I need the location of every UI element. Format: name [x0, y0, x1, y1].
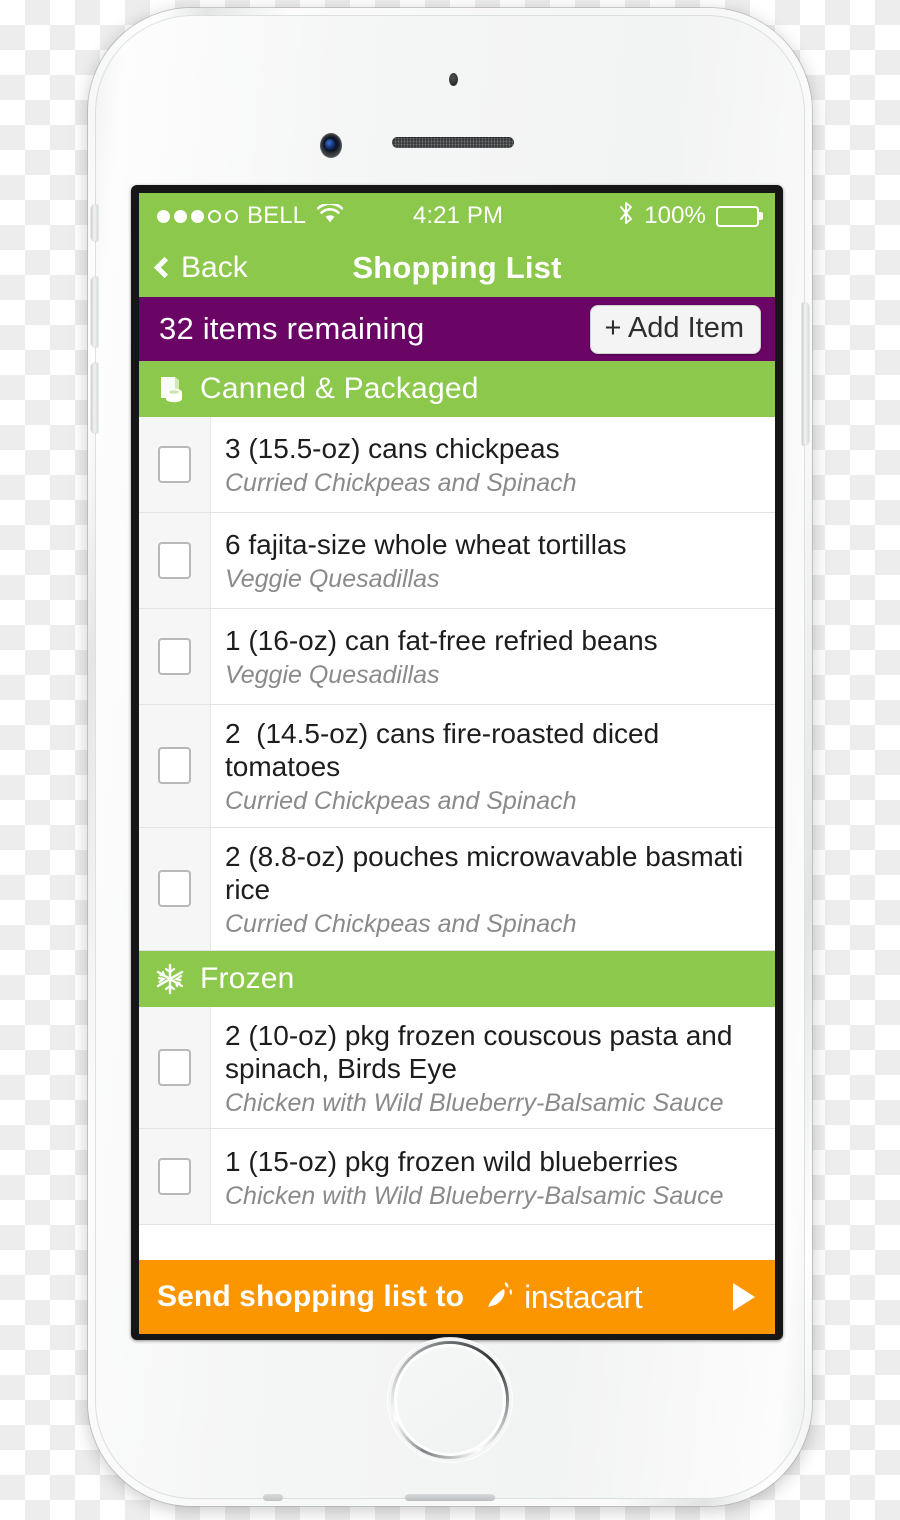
item-checkbox[interactable]	[158, 542, 191, 579]
signal-strength-icon	[157, 209, 238, 223]
back-button[interactable]: Back	[153, 251, 248, 285]
headphone-jack	[263, 1494, 283, 1501]
item-recipe-label: Curried Chickpeas and Spinach	[225, 787, 577, 816]
instacart-logo: instacart	[482, 1278, 733, 1317]
section-header-label: Frozen	[200, 961, 295, 995]
screen-bezel: BELL 4:21 PM 100% Back Shopping List 32 …	[131, 185, 783, 1340]
item-body: 2 (14.5-oz) cans fire-roasted diced toma…	[211, 705, 775, 827]
bottom-speaker-grille	[405, 1494, 495, 1501]
navigation-bar: Back Shopping List	[139, 239, 775, 297]
status-bar-clock: 4:21 PM	[412, 202, 504, 229]
item-recipe-label: Chicken with Wild Blueberry-Balsamic Sau…	[225, 1088, 724, 1117]
item-recipe-label: Curried Chickpeas and Spinach	[225, 469, 577, 498]
volume-up-button[interactable]	[91, 277, 98, 347]
proximity-sensor-icon	[449, 73, 458, 86]
list-item[interactable]: 1 (15-oz) pkg frozen wild blueberries Chi…	[139, 1129, 775, 1226]
item-title: 1 (15-oz) pkg frozen wild blueberries	[225, 1145, 678, 1177]
earpiece-speaker	[392, 137, 514, 148]
item-recipe-label: Curried Chickpeas and Spinach	[225, 909, 577, 938]
list-item[interactable]: 2 (10-oz) pkg frozen couscous pasta and …	[139, 1006, 775, 1130]
checkbox-cell[interactable]	[139, 513, 211, 608]
summary-bar: 32 items remaining + Add Item	[139, 297, 775, 361]
list-item[interactable]: 2 (14.5-oz) cans fire-roasted diced toma…	[139, 705, 775, 828]
section-header-label: Canned & Packaged	[200, 372, 479, 405]
list-item[interactable]: 6 fajita-size whole wheat tortillas Veggi…	[139, 513, 775, 609]
item-recipe-label: Veggie Quesadillas	[225, 565, 440, 594]
status-bar-left: BELL	[157, 201, 413, 230]
checkbox-cell[interactable]	[139, 609, 211, 704]
item-title: 2 (10-oz) pkg frozen couscous pasta and …	[225, 1019, 741, 1084]
carrot-icon	[482, 1278, 516, 1317]
wifi-icon	[316, 201, 344, 230]
item-body: 3 (15.5-oz) cans chickpeas Curried Chickp…	[211, 417, 775, 512]
bluetooth-icon	[618, 200, 634, 232]
status-bar: BELL 4:21 PM 100%	[139, 193, 775, 239]
mute-switch-button[interactable]	[91, 205, 98, 241]
front-camera-icon	[320, 133, 342, 158]
shopping-list[interactable]: Canned & Packaged 3 (15.5-oz) cans chickp…	[139, 361, 775, 1260]
item-checkbox[interactable]	[158, 446, 191, 483]
item-body: 1 (15-oz) pkg frozen wild blueberries Chi…	[211, 1129, 775, 1224]
volume-down-button[interactable]	[91, 363, 98, 433]
checkbox-cell[interactable]	[139, 417, 211, 512]
back-button-label: Back	[181, 251, 248, 284]
send-list-label: Send shopping list to	[157, 1280, 465, 1313]
add-item-button[interactable]: + Add Item	[589, 304, 761, 354]
items-remaining-label: 32 items remaining	[159, 311, 425, 346]
list-item[interactable]: 3 (15.5-oz) cans chickpeas Curried Chickp…	[139, 417, 775, 513]
snowflake-icon	[153, 962, 187, 996]
phone-device: BELL 4:21 PM 100% Back Shopping List 32 …	[88, 8, 812, 1506]
status-bar-right: 100%	[503, 200, 763, 232]
battery-icon	[716, 205, 763, 227]
section-header-canned-packaged: Canned & Packaged	[139, 361, 775, 417]
send-to-instacart-button[interactable]: Send shopping list to instacart	[139, 1260, 775, 1334]
item-title: 6 fajita-size whole wheat tortillas	[225, 529, 627, 561]
item-body: 2 (10-oz) pkg frozen couscous pasta and …	[211, 1007, 775, 1129]
checkbox-cell[interactable]	[139, 1129, 211, 1225]
chevron-left-icon	[153, 256, 176, 278]
item-body: 2 (8.8-oz) pouches microwavable basmati …	[211, 828, 775, 950]
app-screen: BELL 4:21 PM 100% Back Shopping List 32 …	[139, 193, 775, 1334]
item-body: 1 (16-oz) can fat-free refried beans Vegg…	[211, 609, 775, 704]
home-button[interactable]	[391, 1341, 509, 1459]
item-checkbox[interactable]	[158, 747, 191, 785]
canned-packaged-icon	[153, 372, 187, 406]
checkbox-cell[interactable]	[139, 1006, 211, 1129]
item-checkbox[interactable]	[158, 638, 191, 675]
item-checkbox[interactable]	[158, 1049, 191, 1087]
list-item[interactable]: 2 (8.8-oz) pouches microwavable basmati …	[139, 827, 775, 951]
item-checkbox[interactable]	[158, 870, 191, 908]
item-title: 2 (8.8-oz) pouches microwavable basmati …	[225, 840, 752, 905]
list-item[interactable]: 1 (16-oz) can fat-free refried beans Vegg…	[139, 609, 775, 705]
item-body: 6 fajita-size whole wheat tortillas Veggi…	[211, 513, 775, 608]
play-arrow-icon	[733, 1283, 755, 1311]
item-recipe-label: Veggie Quesadillas	[225, 661, 440, 690]
battery-percent-label: 100%	[644, 202, 706, 229]
checkbox-cell[interactable]	[139, 827, 211, 950]
phone-body: BELL 4:21 PM 100% Back Shopping List 32 …	[91, 15, 809, 1501]
checkbox-cell[interactable]	[139, 705, 211, 827]
item-title: 3 (15.5-oz) cans chickpeas	[225, 433, 560, 465]
section-header-frozen: Frozen	[139, 950, 775, 1007]
item-title: 1 (16-oz) can fat-free refried beans	[225, 625, 658, 657]
carrier-name: BELL	[247, 202, 307, 229]
item-recipe-label: Chicken with Wild Blueberry-Balsamic Sau…	[225, 1181, 724, 1210]
instacart-wordmark: instacart	[524, 1278, 643, 1315]
power-button[interactable]	[802, 303, 809, 445]
item-checkbox[interactable]	[158, 1158, 191, 1196]
item-title: 2 (14.5-oz) cans fire-roasted diced toma…	[225, 718, 667, 783]
